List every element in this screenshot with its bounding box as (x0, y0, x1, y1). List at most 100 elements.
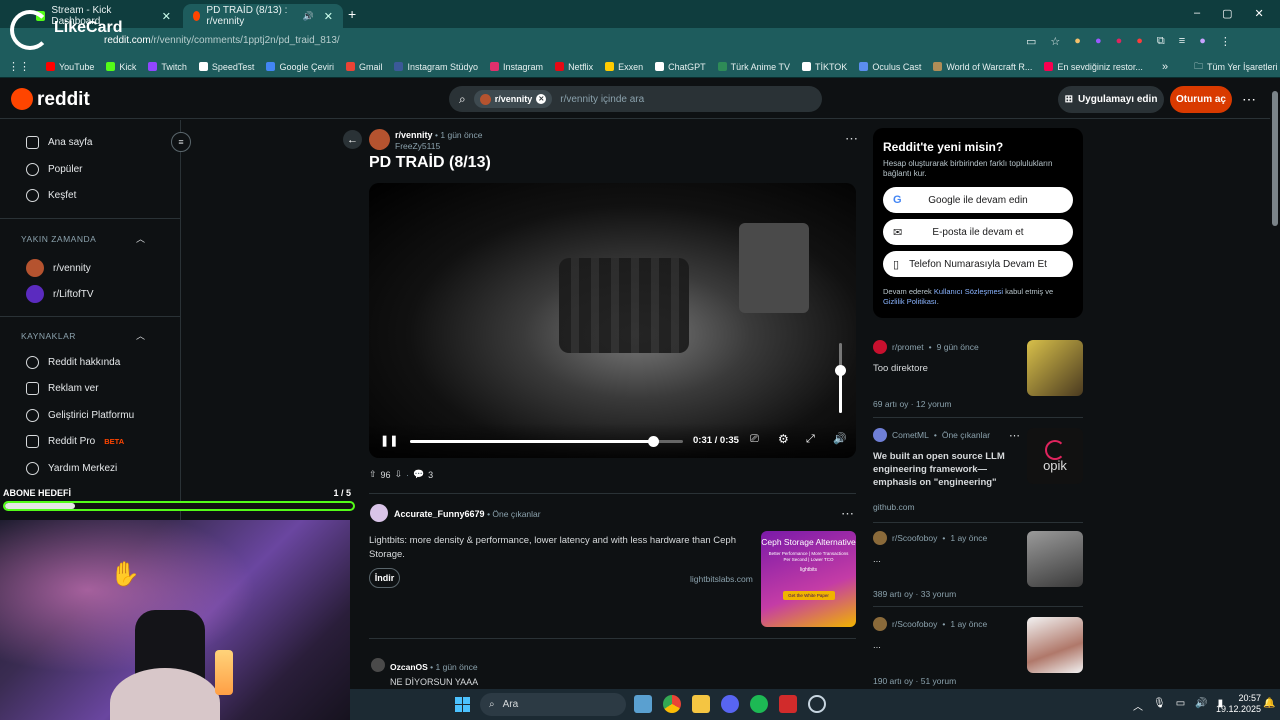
recent-post-card[interactable]: r/Scoofoboy • 1 ay önce ... 190 artı oy · … (873, 617, 1083, 686)
resources-header[interactable]: KAYNAKLAR (21, 331, 76, 341)
bookmark-item[interactable]: Gmail (345, 62, 382, 72)
widgets-icon[interactable] (634, 695, 652, 713)
url-field[interactable]: reddit.com/r/vennity/comments/1pptj2n/pd… (104, 35, 340, 46)
bookmark-item[interactable]: SpeedTest (198, 62, 254, 72)
extension-icon[interactable]: ● (1136, 35, 1143, 48)
recent-post-card[interactable]: r/promet • 9 gün önce Too direktore 69 art… (873, 340, 1083, 409)
scrollbar-thumb[interactable] (1272, 91, 1278, 226)
extension-icon[interactable]: ● (1074, 35, 1081, 48)
extension-icon[interactable]: ● (1095, 35, 1102, 48)
nav-reddit-pro[interactable]: Reddit Pro BETA (26, 435, 124, 448)
page-scrollbar[interactable] (1270, 79, 1280, 689)
bookmark-item[interactable]: Netflix (555, 62, 593, 72)
cast-icon[interactable]: ▭ (1026, 35, 1036, 48)
recent-vennity[interactable]: r/vennity (26, 259, 91, 277)
google-login-button[interactable]: G Google ile devam edin (883, 187, 1073, 213)
spotify-icon[interactable] (750, 695, 768, 713)
more-options-icon[interactable]: ⋯ (1242, 91, 1256, 108)
apps-grid-icon[interactable]: ⋮⋮ (8, 60, 30, 73)
nav-developer-platform[interactable]: Geliştirici Platformu (26, 409, 134, 422)
recent-post-card[interactable]: r/Scoofoboy • 1 ay önce ... 389 artı oy · … (873, 531, 1083, 599)
menu-dots-icon[interactable]: ⋮ (1220, 35, 1231, 48)
bookmark-star-icon[interactable]: ☆ (1050, 35, 1060, 48)
windows-start-icon[interactable] (455, 697, 470, 712)
microphone-icon[interactable]: 🎙 (1153, 698, 1166, 713)
settings-icon[interactable]: ⚙ (778, 432, 789, 446)
tab-reddit-post[interactable]: PD TRAİD (8/13) : r/vennity 🔊 ✕ (183, 4, 343, 28)
back-button[interactable]: ← (343, 130, 362, 149)
bookmark-item[interactable]: Instagram Stüdyo (394, 62, 478, 72)
extension-icon[interactable]: ● (1116, 35, 1123, 48)
reddit-logo-icon[interactable] (11, 88, 33, 110)
nav-home[interactable]: Ana sayfa (26, 136, 92, 149)
chevron-up-icon[interactable]: ︿ (136, 329, 145, 342)
collapse-sidebar-icon[interactable]: ≡ (171, 132, 191, 152)
tray-overflow-icon[interactable]: ︿ (1133, 698, 1143, 713)
maximize-icon[interactable]: ▢ (1222, 7, 1232, 20)
bookmark-item[interactable]: Kick (106, 62, 136, 72)
minimize-icon[interactable]: – (1194, 7, 1200, 20)
bookmark-item[interactable]: YouTube (46, 62, 94, 72)
ad-download-button[interactable]: İndir (369, 568, 400, 588)
ad-avatar[interactable] (370, 504, 388, 522)
captions-icon[interactable]: ⎚ (750, 433, 759, 446)
bookmark-item[interactable]: Google Çeviri (266, 62, 334, 72)
clear-chip-icon[interactable]: ✕ (536, 94, 547, 104)
bookmark-item[interactable]: Exxen (605, 62, 643, 72)
app-icon[interactable] (779, 695, 797, 713)
nav-about-reddit[interactable]: Reddit hakkında (26, 356, 120, 369)
puzzle-icon[interactable]: ⧉ (1157, 35, 1165, 48)
ad-options-icon[interactable]: ⋯ (841, 506, 854, 522)
video-player[interactable]: ❚❚ 0:31 / 0:35 ⎚ ⚙ ⤢ 🔊 (369, 183, 856, 458)
nav-advertise[interactable]: Reklam ver (26, 382, 99, 395)
recent-header[interactable]: YAKIN ZAMANDA (21, 234, 96, 244)
volume-slider[interactable] (835, 343, 846, 413)
close-tab-icon[interactable]: ✕ (162, 10, 171, 23)
subreddit-avatar[interactable] (369, 129, 390, 150)
nav-explore[interactable]: Keşfet (26, 189, 76, 202)
ad-user[interactable]: Accurate_Funny6679 (394, 509, 485, 519)
subreddit-filter-chip[interactable]: r/vennity ✕ (473, 90, 553, 108)
close-tab-icon[interactable]: ✕ (324, 10, 333, 23)
nav-help-center[interactable]: Yardım Merkezi (26, 462, 117, 475)
bookmark-item[interactable]: Oculus Cast (859, 62, 921, 72)
email-login-button[interactable]: ✉ E-posta ile devam et (883, 219, 1073, 245)
reddit-wordmark[interactable]: reddit (37, 89, 90, 111)
phone-login-button[interactable]: ▯ Telefon Numarasıyla Devam Et (883, 251, 1073, 277)
volume-icon[interactable]: 🔊 (833, 432, 847, 445)
ad-image[interactable]: Ceph Storage Alternative Better Performa… (761, 531, 856, 627)
file-explorer-icon[interactable] (692, 695, 710, 713)
all-bookmarks-folder[interactable]: 🗀 Tüm Yer İşaretleri (1194, 59, 1278, 75)
new-tab-icon[interactable]: + (348, 6, 356, 22)
steam-icon[interactable] (808, 695, 826, 713)
bookmark-item[interactable]: Instagram (490, 62, 543, 72)
close-window-icon[interactable]: ✕ (1255, 7, 1264, 20)
promoted-post-card[interactable]: CometML • Öne çıkanlar ⋯ We built an open s… (873, 428, 1083, 512)
bookmark-item[interactable]: ChatGPT (655, 62, 706, 72)
bookmark-item[interactable]: En sevdiğiniz restor... (1044, 62, 1143, 72)
pause-icon[interactable]: ❚❚ (380, 434, 398, 447)
comment-icon[interactable]: 💬 (413, 469, 424, 480)
taskbar-search[interactable]: ⌕ Ara (480, 693, 626, 716)
discord-icon[interactable] (721, 695, 739, 713)
nav-popular[interactable]: Popüler (26, 163, 82, 176)
media-icon[interactable]: ≡ (1179, 35, 1185, 48)
taskbar-clock[interactable]: 20:57 19.12.2025 (1216, 693, 1261, 715)
ad-domain[interactable]: lightbitslabs.com (690, 574, 753, 584)
network-icon[interactable]: ▭ (1176, 698, 1185, 713)
notification-bell-icon[interactable]: 🔔 (1263, 698, 1275, 709)
post-author[interactable]: FreeZy5115 (395, 141, 440, 151)
post-options-icon[interactable]: ⋯ (845, 131, 858, 147)
options-icon[interactable]: ⋯ (1009, 429, 1020, 442)
privacy-link[interactable]: Gizlilik Politikası (883, 297, 937, 306)
recent-liftoftv[interactable]: r/LiftofTV (26, 285, 94, 303)
bookmark-item[interactable]: Türk Anime TV (717, 62, 790, 72)
search-input[interactable]: r/vennity içinde ara (560, 94, 644, 105)
bookmark-item[interactable]: Twitch (148, 62, 187, 72)
downvote-icon[interactable]: ⇩ (395, 469, 403, 480)
video-progress-bar[interactable] (410, 436, 683, 447)
bookmark-item[interactable]: TİKTOK (801, 62, 847, 72)
bookmarks-overflow-icon[interactable]: » (1162, 61, 1168, 73)
login-button[interactable]: Oturum aç (1170, 86, 1232, 113)
upvote-icon[interactable]: ⇧ (369, 469, 377, 480)
